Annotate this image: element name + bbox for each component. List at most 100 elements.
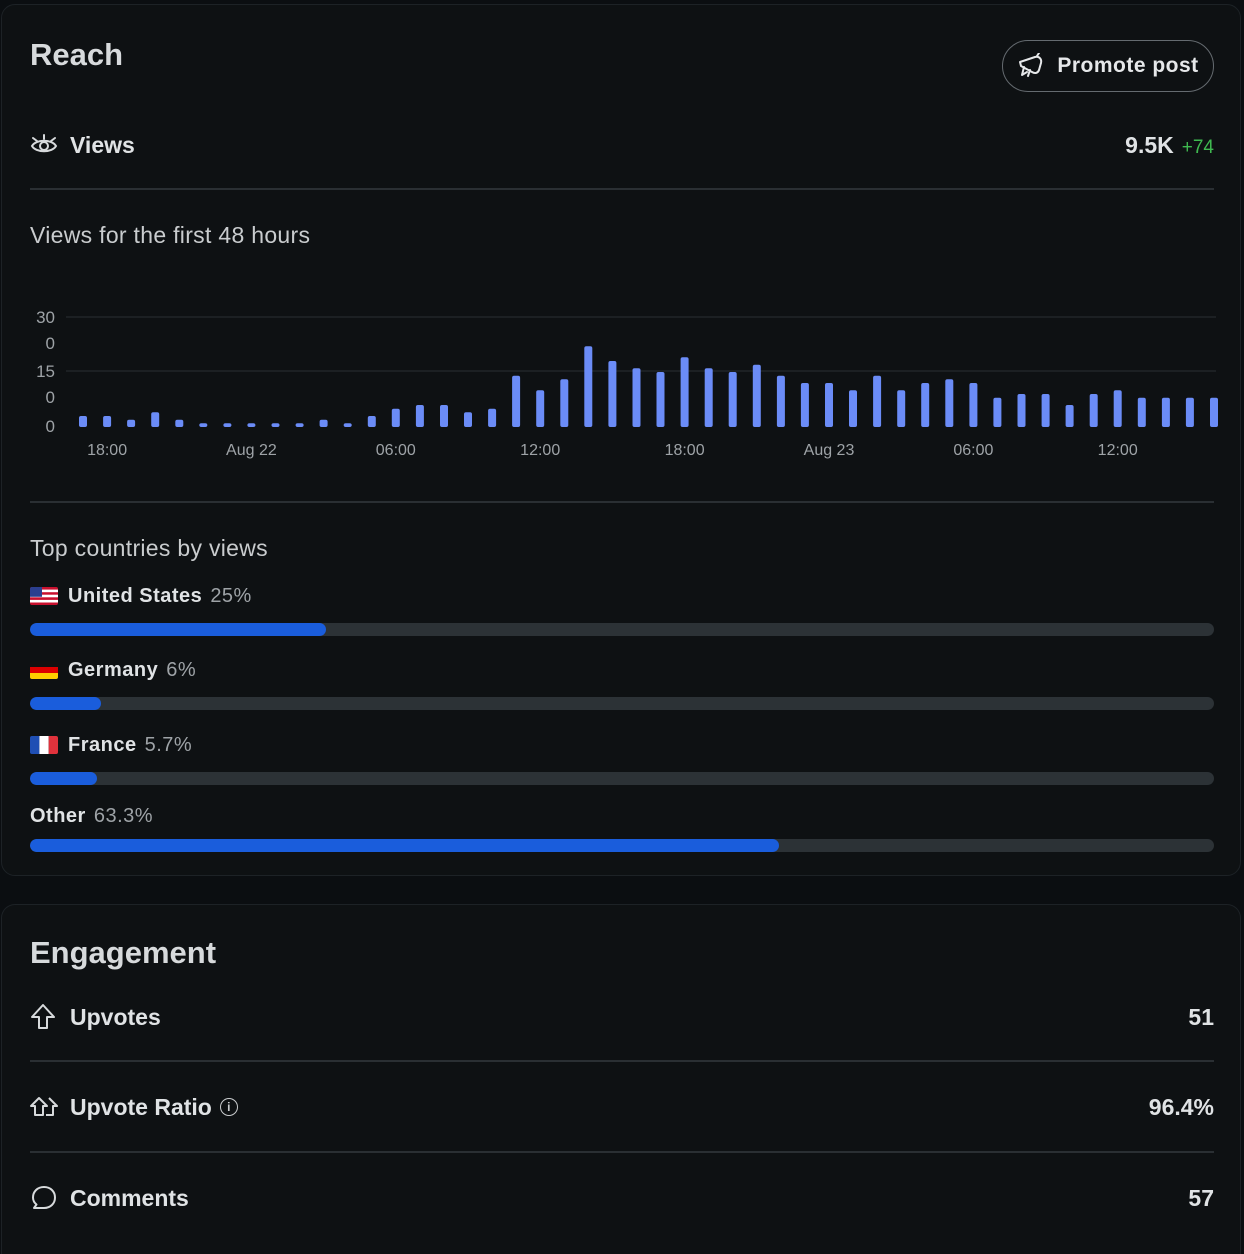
chart-bar[interactable] (873, 375, 882, 427)
country-share-bar (30, 772, 1214, 785)
divider (30, 501, 1214, 503)
chart-bar[interactable] (680, 357, 689, 427)
country-row-france: France 5.7% (30, 730, 1214, 790)
megaphone-icon (1017, 53, 1045, 79)
chart-bar[interactable] (1185, 397, 1194, 427)
chart-bar[interactable] (512, 375, 521, 427)
promote-post-button[interactable]: Promote post (1002, 40, 1214, 92)
country-percent: 25% (210, 584, 252, 607)
x-tick-label: 12:00 (520, 442, 560, 459)
y-tick-label: 0 (46, 417, 55, 436)
promote-post-label: Promote post (1057, 54, 1199, 77)
country-percent: 63.3% (93, 804, 154, 827)
chart-bar[interactable] (295, 423, 304, 427)
country-share-bar (30, 697, 1214, 710)
chart-bar[interactable] (79, 416, 87, 427)
comments-value: 57 (1188, 1184, 1214, 1211)
divider (30, 1060, 1214, 1062)
y-tick-label: 0 (46, 388, 55, 407)
chart-bar[interactable] (969, 383, 978, 427)
chart-bar[interactable] (1161, 397, 1170, 427)
chart-bar[interactable] (223, 423, 232, 427)
chart-bar[interactable] (488, 408, 497, 427)
chart-bar[interactable] (728, 372, 737, 427)
reach-title: Reach (30, 37, 124, 72)
divider (30, 188, 1214, 190)
chart-bar[interactable] (536, 390, 545, 427)
chart-bar[interactable] (993, 397, 1002, 427)
countries-heading: Top countries by views (30, 535, 268, 561)
chart-bar[interactable] (151, 412, 160, 427)
country-row-united-states: United States 25% (30, 581, 1214, 641)
country-share-fill (30, 623, 326, 636)
comment-bubble-icon (30, 1184, 58, 1212)
chart-bar[interactable] (656, 372, 665, 427)
chart-bar[interactable] (921, 383, 930, 427)
upvotes-value: 51 (1188, 1003, 1214, 1030)
views-label: Views (70, 131, 135, 158)
y-tick-label: 0 (46, 334, 55, 353)
chart-bar[interactable] (849, 390, 857, 427)
x-tick-label: Aug 22 (226, 442, 277, 459)
eye-icon (30, 131, 58, 159)
chart-bar[interactable] (415, 405, 424, 427)
chart-bar[interactable] (945, 379, 954, 427)
upvote-ratio-icon (30, 1093, 58, 1121)
upvote-arrow-icon (30, 1003, 58, 1031)
chart-bar[interactable] (1210, 397, 1218, 427)
chart-bar[interactable] (1017, 394, 1026, 427)
chart-bar[interactable] (367, 416, 376, 427)
views-delta: +74 (1181, 136, 1214, 158)
x-tick-label: 18:00 (87, 442, 127, 459)
chart-bar[interactable] (897, 390, 906, 427)
y-tick-label: 15 (36, 362, 55, 381)
chart-bar[interactable] (464, 412, 472, 427)
views-count: 9.5K (1125, 131, 1174, 158)
engagement-card: Engagement Upvotes 51 Upvote Ratio i 96.… (1, 904, 1241, 1254)
chart-bar[interactable] (103, 416, 112, 427)
country-share-fill (30, 772, 98, 785)
chart-bar[interactable] (199, 423, 208, 427)
x-tick-label: 06:00 (953, 442, 993, 459)
country-percent: 6% (166, 658, 197, 681)
country-share-fill (30, 697, 102, 710)
chart-bar[interactable] (175, 419, 184, 427)
chart-bar[interactable] (776, 375, 785, 427)
us-flag-icon (30, 587, 58, 605)
country-row-germany: Germany 6% (30, 655, 1214, 715)
engagement-title: Engagement (30, 935, 217, 970)
chart-bar[interactable] (319, 419, 328, 427)
chart-bar[interactable] (800, 383, 809, 427)
chart-bar[interactable] (825, 383, 833, 427)
chart-bar[interactable] (584, 346, 593, 427)
info-icon[interactable]: i (219, 1098, 238, 1116)
views-bar-chart: 30 0 15 0 0 18:00 Aug 22 06:00 12:00 18:00 Aug 23 0… (36, 308, 1218, 459)
country-share-fill (30, 839, 780, 852)
chart-bar[interactable] (1041, 394, 1050, 427)
reach-card: Reach Promote post Views 9.5K +74 Views f… (1, 4, 1241, 876)
chart-bar[interactable] (1065, 405, 1074, 427)
chart-bar[interactable] (1113, 390, 1122, 427)
chart-bar[interactable] (560, 379, 569, 427)
chart-bar[interactable] (704, 368, 713, 427)
chart-bar[interactable] (247, 423, 256, 427)
upvote-ratio-value: 96.4% (1148, 1093, 1214, 1120)
x-tick-label: Aug 23 (804, 442, 855, 459)
chart-bar[interactable] (752, 364, 761, 427)
chart-bar[interactable] (1137, 397, 1146, 427)
chart-bar[interactable] (343, 423, 352, 427)
x-tick-label: 06:00 (376, 442, 416, 459)
chart-bar[interactable] (127, 419, 136, 427)
chart-bar[interactable] (1089, 394, 1098, 427)
chart-bar[interactable] (608, 361, 617, 427)
chart-bar[interactable] (391, 408, 400, 427)
country-share-bar (30, 623, 1214, 636)
country-name: France (68, 733, 137, 756)
chart-bar[interactable] (440, 405, 448, 427)
chart-bar[interactable] (632, 368, 641, 427)
upvote-ratio-label: Upvote Ratio (70, 1093, 212, 1120)
chart-bar[interactable] (271, 423, 280, 427)
upvote-ratio-row: Upvote Ratio i 96.4% (30, 1087, 1214, 1127)
x-tick-label: 12:00 (1098, 442, 1138, 459)
country-name: Other (30, 804, 86, 827)
